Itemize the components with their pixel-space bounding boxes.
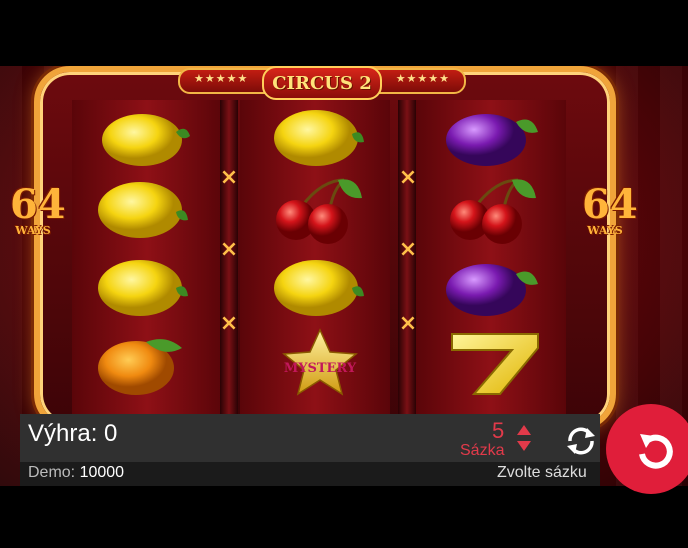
autoplay-button[interactable] [564, 424, 598, 458]
demo-label: Demo: [28, 464, 76, 481]
spin-icon[interactable] [632, 428, 680, 476]
lemon-icon [102, 114, 190, 166]
seven-icon [451, 333, 539, 395]
bet-value: 5 [492, 418, 505, 443]
cherry-icon [450, 178, 536, 244]
lemon-icon [98, 260, 188, 316]
bet-stepper[interactable] [516, 424, 532, 452]
ways-label: WAYS [15, 224, 51, 237]
spin-button[interactable] [606, 404, 688, 494]
cherry-icon [276, 178, 362, 244]
ways-number: 64 [10, 181, 66, 228]
mystery-label: MYSTERY [284, 361, 357, 376]
win-label: Výhra: [28, 420, 98, 447]
ways-number: 64 [582, 181, 638, 228]
multiplier-icon: × [219, 311, 239, 336]
win-value: 0 [104, 420, 118, 447]
ways-label: WAYS [587, 224, 623, 237]
lemon-icon [274, 110, 364, 166]
plum-icon [446, 264, 538, 316]
mystery-star-icon: MYSTERY [282, 328, 358, 396]
multiplier-icon: × [398, 165, 418, 190]
lemon-icon [274, 260, 364, 316]
stars-left: ★★★★★ [194, 72, 249, 85]
demo-balance: Demo: 10000 [28, 464, 124, 482]
ways-badge-right: 64 WAYS [582, 181, 638, 238]
demo-value: 10000 [79, 464, 125, 481]
bet-down-icon[interactable] [517, 441, 531, 451]
bet-label: Sázka [460, 442, 505, 459]
lemon-icon [98, 182, 188, 238]
orange-icon [98, 339, 182, 395]
choose-bet-link[interactable]: Zvolte sázku [497, 464, 587, 482]
plum-icon [446, 114, 538, 166]
multiplier-icon: × [398, 237, 418, 262]
win-display: Výhra: 0 [28, 420, 117, 448]
multiplier-icon: × [219, 237, 239, 262]
stars-right: ★★★★★ [395, 72, 450, 85]
ways-badge-left: 64 WAYS [10, 181, 66, 238]
multiplier-icon: × [398, 311, 418, 336]
multiplier-icon: × [219, 165, 239, 190]
game-logo: CIRCUS 2 [262, 66, 382, 100]
refresh-icon[interactable] [567, 427, 595, 455]
bet-up-icon[interactable] [517, 425, 531, 435]
